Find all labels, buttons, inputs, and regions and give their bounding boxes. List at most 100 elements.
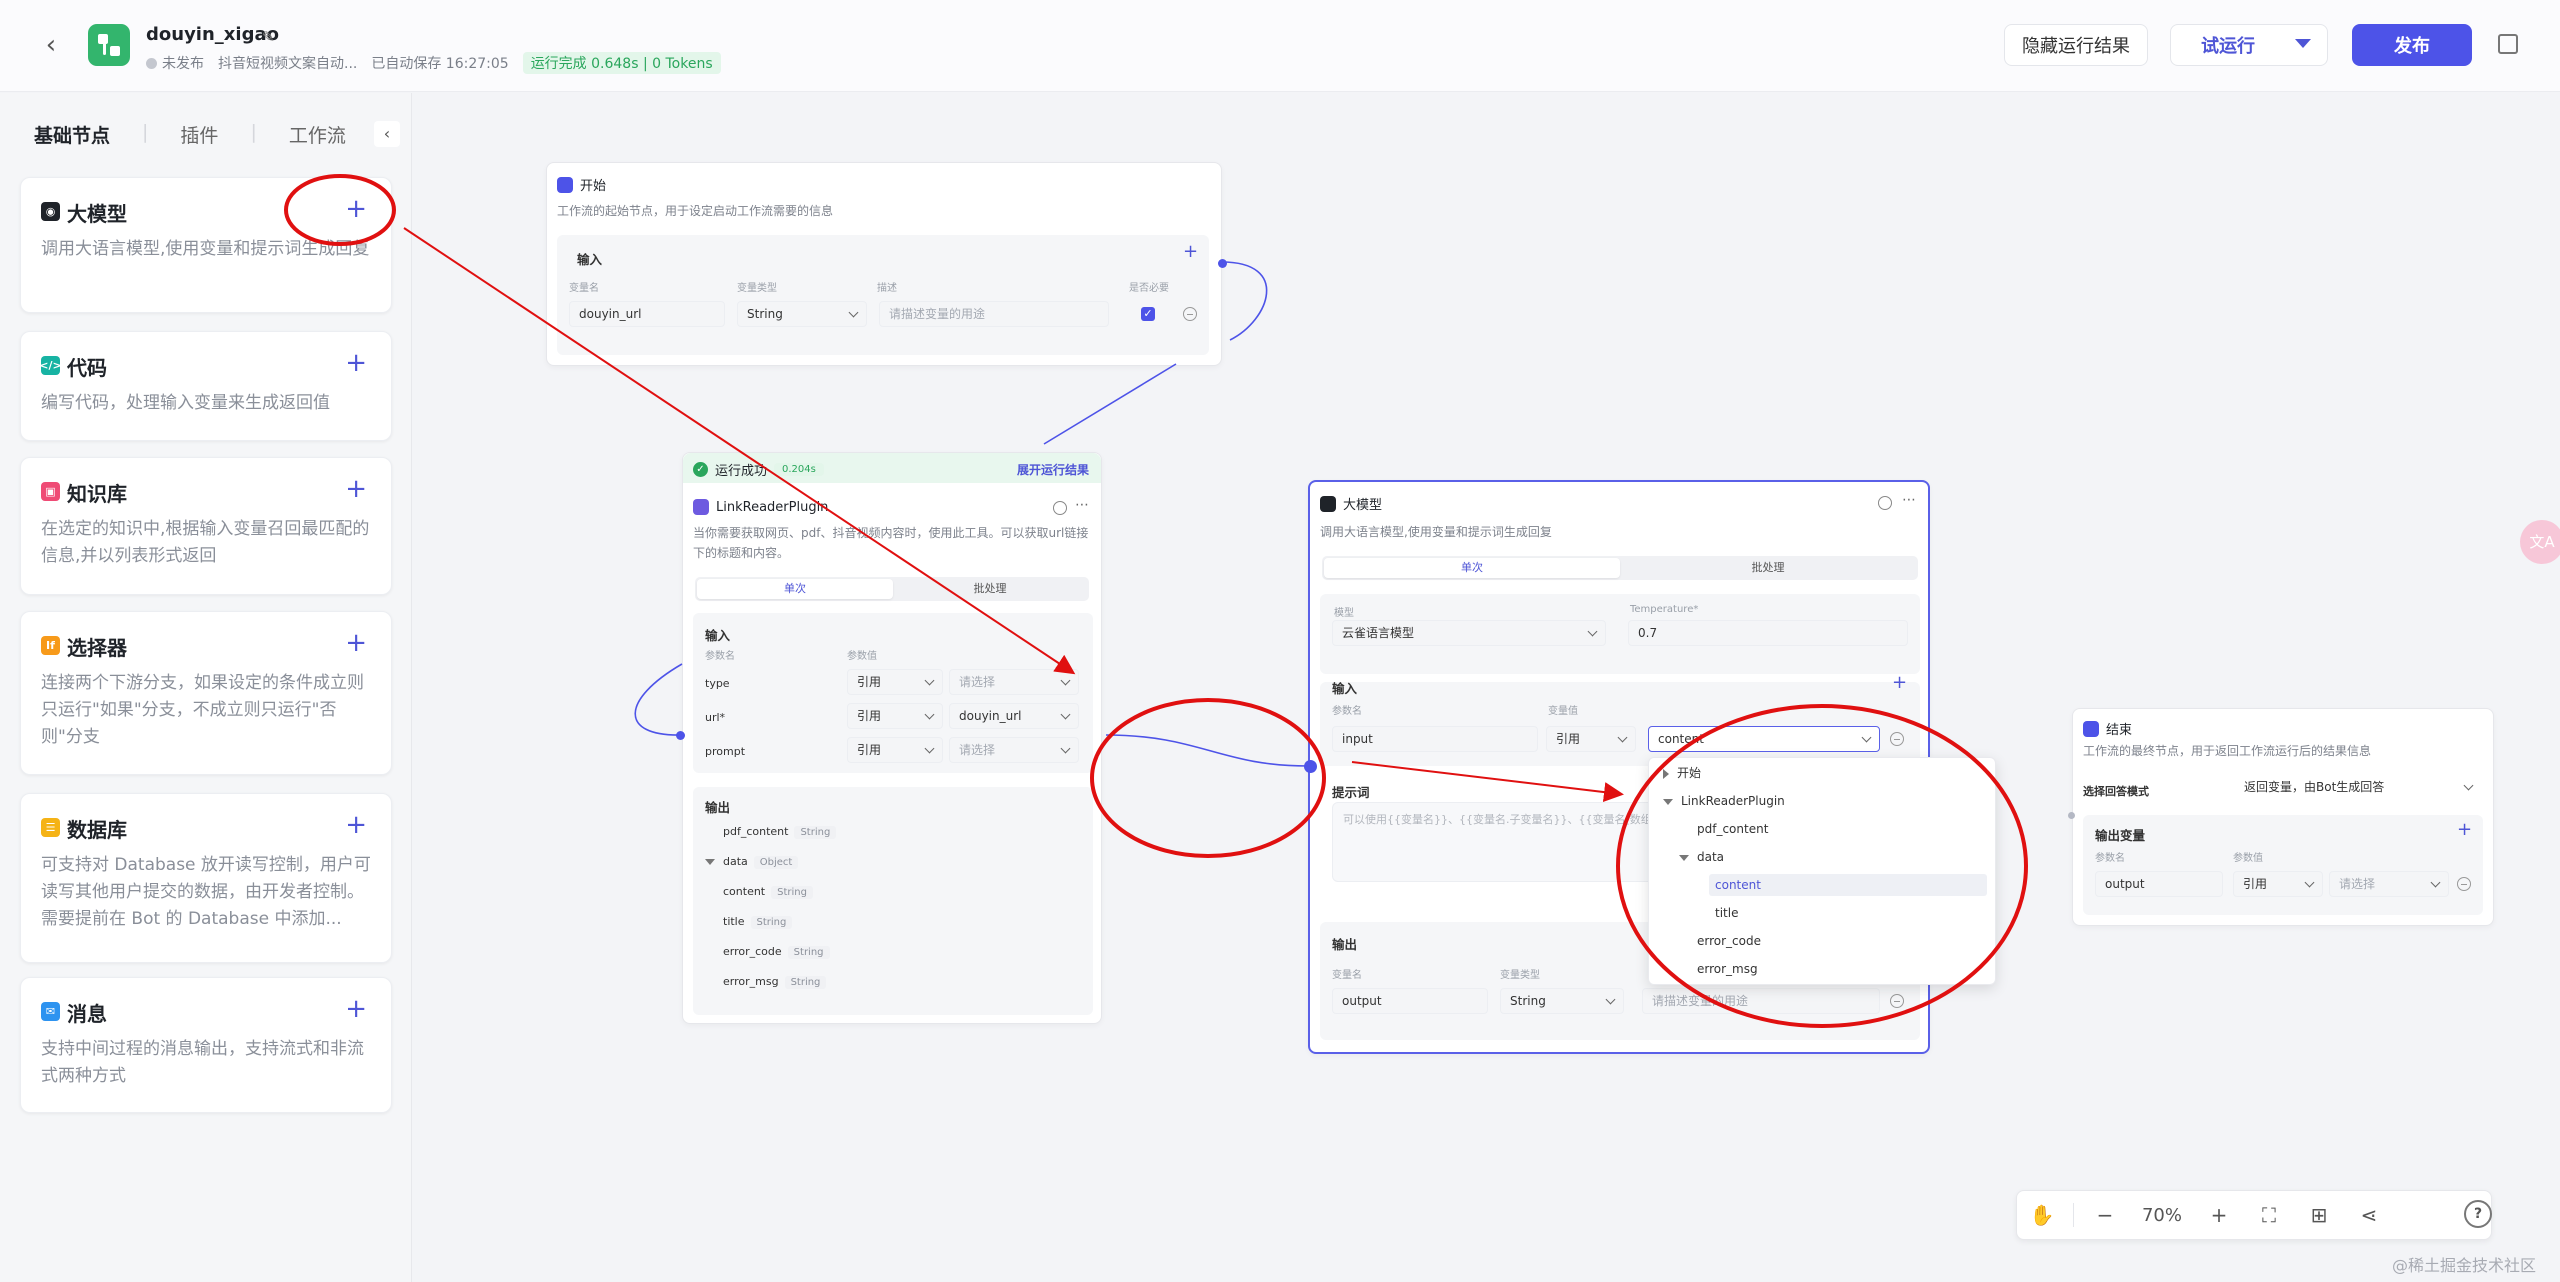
run-node-icon[interactable] — [1053, 501, 1067, 515]
llm-input-mode-select[interactable]: 引用 — [1546, 726, 1636, 752]
zoom-in-icon[interactable]: + — [2194, 1203, 2244, 1227]
start-var-name-input[interactable]: douyin_url — [569, 301, 725, 327]
add-database-node-button[interactable]: + — [345, 810, 367, 840]
add-input-icon[interactable]: + — [1892, 672, 1907, 693]
node-card-code[interactable]: </> 代码 + 编写代码，处理输入变量来生成返回值 — [20, 331, 392, 441]
add-input-icon[interactable]: + — [1183, 241, 1198, 262]
zoom-out-icon[interactable]: − — [2080, 1203, 2130, 1227]
plugin-input-port[interactable] — [676, 731, 685, 740]
caret-down-icon[interactable] — [1663, 798, 1673, 805]
variable-picker-dropdown[interactable]: 开始 LinkReaderPlugin pdf_content data con… — [1648, 757, 1996, 985]
end-var-mode-select[interactable]: 引用 — [2233, 871, 2323, 897]
param-mode-value: 引用 — [857, 743, 882, 757]
remove-output-icon[interactable] — [2457, 877, 2471, 891]
node-card-selector[interactable]: If 选择器 + 连接两个下游分支，如果设定的条件成立则只运行"如果"分支，不成… — [20, 611, 392, 775]
end-node[interactable]: 结束 工作流的最终节点，用于返回工作流运行后的结果信息 选择回答模式 返回变量，… — [2072, 708, 2494, 926]
param-mode-select[interactable]: 引用 — [847, 669, 943, 695]
translate-icon[interactable]: 文A — [2520, 520, 2560, 564]
dropdown-item[interactable]: pdf_content — [1697, 818, 1768, 840]
add-selector-node-button[interactable]: + — [345, 628, 367, 658]
dropdown-item[interactable]: 开始 — [1663, 762, 1701, 784]
tab-single[interactable]: 单次 — [697, 579, 893, 599]
add-message-node-button[interactable]: + — [345, 994, 367, 1024]
edit-icon[interactable]: ✎ — [262, 28, 275, 46]
auto-layout-icon[interactable]: ⋖ — [2344, 1203, 2394, 1227]
hand-tool-icon[interactable]: ✋ — [2017, 1203, 2067, 1227]
add-llm-node-button[interactable]: + — [345, 194, 367, 224]
remove-input-icon[interactable] — [1183, 307, 1197, 321]
publish-button[interactable]: 发布 — [2352, 24, 2472, 66]
start-output-port[interactable] — [1218, 259, 1227, 268]
llm-input-value-select[interactable]: content — [1648, 726, 1880, 752]
back-arrow-icon[interactable]: ‹ — [36, 30, 66, 60]
llm-input-name[interactable]: input — [1332, 726, 1538, 752]
node-card-database[interactable]: ☰ 数据库 + 可支持对 Database 放开读写控制，用户可读写其他用户提交… — [20, 793, 392, 963]
caret-right-icon[interactable] — [1663, 768, 1669, 779]
llm-output-type-select[interactable]: String — [1500, 988, 1624, 1014]
end-var-name[interactable]: output — [2095, 871, 2223, 897]
node-card-message[interactable]: ✉ 消息 + 支持中间过程的消息输出，支持流式和非流式两种方式 — [20, 977, 392, 1113]
llm-output-name[interactable]: output — [1332, 988, 1488, 1014]
plugin-node[interactable]: ✓ 运行成功 0.204s 展开运行结果 LinkReaderPlugin ⋯ … — [682, 452, 1102, 1024]
add-knowledge-node-button[interactable]: + — [345, 474, 367, 504]
tab-batch[interactable]: 批处理 — [1620, 558, 1916, 578]
dropdown-item-label: error_code — [1697, 934, 1761, 948]
chevron-down-icon — [2430, 877, 2441, 888]
end-var-value-select[interactable]: 请选择 — [2329, 871, 2449, 897]
col-desc: 描述 — [877, 283, 897, 294]
hide-run-results-button[interactable]: 隐藏运行结果 — [2004, 24, 2148, 66]
param-mode-select[interactable]: 引用 — [847, 703, 943, 729]
more-options-icon[interactable]: ⋯ — [1075, 497, 1089, 513]
start-input-label: 输入 — [577, 252, 603, 267]
more-options-icon[interactable]: ⋯ — [1902, 492, 1916, 508]
test-run-button[interactable]: 试运行 — [2170, 24, 2328, 66]
dropdown-item[interactable]: title — [1715, 902, 1738, 924]
node-card-knowledge[interactable]: ▣ 知识库 + 在选定的知识中,根据输入变量召回最匹配的信息,并以列表形式返回 — [20, 457, 392, 595]
start-var-desc-input[interactable]: 请描述变量的用途 — [879, 301, 1109, 327]
run-node-icon[interactable] — [1878, 496, 1892, 510]
help-icon[interactable]: ? — [2464, 1200, 2492, 1228]
tab-plugins[interactable]: 插件 — [180, 121, 218, 154]
remove-input-icon[interactable] — [1890, 732, 1904, 746]
remove-output-icon[interactable] — [1890, 994, 1904, 1008]
llm-output-desc-input[interactable]: 请描述变量的用途 — [1642, 988, 1880, 1014]
add-output-icon[interactable]: + — [2457, 819, 2472, 840]
dropdown-item-selected[interactable]: content — [1709, 874, 1987, 896]
node-card-title: 数据库 — [67, 818, 127, 842]
param-value-select[interactable]: 请选择 — [949, 669, 1079, 695]
param-mode-select[interactable]: 引用 — [847, 737, 943, 763]
dropdown-item[interactable]: error_code — [1697, 930, 1761, 952]
window-icon[interactable] — [2498, 34, 2518, 54]
llm-input-port[interactable] — [1304, 760, 1317, 773]
chevron-down-icon — [1861, 732, 1872, 743]
model-select[interactable]: 云雀语言模型 — [1332, 620, 1606, 646]
output-name: error_code — [723, 945, 782, 958]
tab-batch[interactable]: 批处理 — [893, 579, 1087, 599]
tab-single[interactable]: 单次 — [1324, 558, 1620, 578]
param-value-select[interactable]: douyin_url — [949, 703, 1079, 729]
start-node[interactable]: 开始 工作流的起始节点，用于设定启动工作流需要的信息 输入 + 变量名 变量类型… — [546, 162, 1222, 366]
plugin-mode-tabs: 单次 批处理 — [695, 577, 1089, 601]
caret-down-icon[interactable] — [705, 859, 715, 865]
caret-down-icon[interactable] — [2295, 39, 2311, 48]
dropdown-item[interactable]: data — [1679, 846, 1724, 868]
dropdown-item[interactable]: LinkReaderPlugin — [1663, 790, 1785, 812]
tab-basic-nodes[interactable]: 基础节点 — [34, 121, 110, 154]
expand-run-results-link[interactable]: 展开运行结果 — [1017, 461, 1089, 478]
caret-down-icon[interactable] — [1679, 854, 1689, 861]
node-card-llm[interactable]: ◉ 大模型 + 调用大语言模型,使用变量和提示词生成回复 — [20, 177, 392, 313]
temperature-input[interactable]: 0.7 — [1628, 620, 1908, 646]
add-code-node-button[interactable]: + — [345, 348, 367, 378]
dropdown-item[interactable]: error_msg — [1697, 958, 1758, 980]
fit-view-icon[interactable]: ⛶ — [2244, 1203, 2294, 1227]
tab-workflows[interactable]: 工作流 — [289, 121, 346, 154]
output-type: String — [750, 916, 793, 929]
minimap-icon[interactable]: ⊞ — [2294, 1203, 2344, 1227]
zoom-level[interactable]: 70% — [2130, 1205, 2194, 1226]
collapse-panel-icon[interactable]: ‹ — [374, 121, 400, 147]
answer-mode-select[interactable]: 返回变量，由Bot生成回答 — [2235, 775, 2481, 801]
end-input-port[interactable] — [2068, 812, 2075, 819]
start-var-type-select[interactable]: String — [737, 301, 867, 327]
param-value-select[interactable]: 请选择 — [949, 737, 1079, 763]
required-checkbox[interactable]: ✓ — [1141, 307, 1155, 321]
